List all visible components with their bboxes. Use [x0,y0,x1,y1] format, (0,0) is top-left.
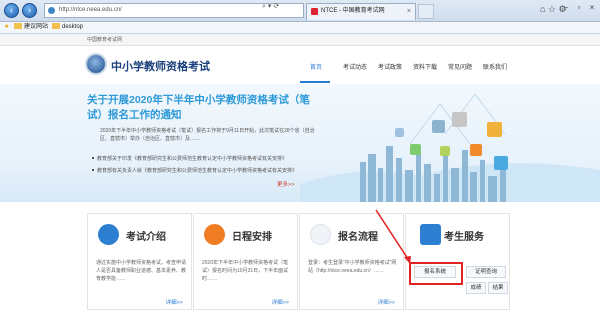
site-logo-icon[interactable] [85,53,107,75]
close-window-icon[interactable]: × [586,3,598,12]
card-title: 考试介绍 [126,232,166,243]
menu-active-underline [300,81,330,83]
minimize-icon[interactable]: – [560,3,572,12]
deco-cube [440,146,450,156]
deco-cube [487,122,502,137]
checkmark-icon [204,224,225,245]
back-button[interactable]: ‹ [4,3,19,18]
news-bullet-1[interactable]: 教育部关于印发《教育部研究生和公费师范生教育认定中小学教师资格考试有关安排》 [92,155,304,162]
document-edit-icon [98,224,119,245]
card-schedule[interactable]: 日程安排 2020年下半年中小学教师资格考试（笔试）报名时间为10月31日，下半… [193,213,298,310]
favorites-desktop[interactable]: desktop [52,22,83,33]
card-more-link[interactable]: 详细>> [272,298,289,306]
favorites-bar: ★ 建议网站 desktop [0,22,600,34]
news-bullet-2[interactable]: 教育部有关负责人就《教育部研究生和公费师范生教育认定中小学教师资格考试有关安排》 [92,167,304,174]
menu-item-downloads[interactable]: 资料下载 [413,62,437,71]
site-top-label: 中国教育考试网 [87,37,123,43]
flow-icon [310,224,331,245]
favicon-icon [311,8,318,15]
bullet-icon [92,169,94,171]
download-icon [420,224,441,245]
tab-title: NTCE - 中国教育考试网 [321,8,385,14]
card-text: 登录：考生登录“中小学教师资格考试”网站（http://ntce.neea.ed… [308,260,397,274]
address-url: http://ntce.neea.edu.cn/ [59,7,122,13]
menu-item-faq[interactable]: 常见问题 [448,62,472,71]
favorites-suggested-sites[interactable]: 建议网站 [14,22,48,33]
site-title[interactable]: 中小学教师资格考试 [111,58,210,74]
card-more-link[interactable]: 详细>> [166,298,183,306]
deco-cube [432,120,445,133]
folder-icon [52,23,60,29]
main-menu: 首页 考试动态 考试政策 资料下载 常见问题 联系我们 [300,50,515,82]
folder-icon [14,23,22,29]
card-text: 2020年下半年中小学教师资格考试（笔试）报名时间为10月31日，下半年面试时…… [202,260,289,282]
highlight-box [409,262,463,285]
deco-cube [452,112,467,127]
card-title: 考生服务 [444,232,484,243]
new-tab-button[interactable] [418,4,434,19]
site-icon [48,7,55,14]
deco-cube [470,144,482,156]
deco-cube [395,128,404,137]
card-title: 报名流程 [338,232,378,243]
address-tools[interactable]: ⌕ ▾ ⟳ [262,2,279,11]
card-text: 通过实施中小学教师资格考试，考查申请人是否具备教师职业道德、基本素养、教育教学能… [96,260,187,282]
maximize-icon[interactable]: ▫ [573,3,585,12]
news-more-link[interactable]: 更多>> [277,180,294,188]
menu-item-policy[interactable]: 考试政策 [378,62,402,71]
deco-cube [494,156,508,170]
menu-item-news[interactable]: 考试动态 [343,62,367,71]
forward-button[interactable]: › [22,3,37,18]
card-registration-process[interactable]: 报名流程 登录：考生登录“中小学教师资格考试”网站（http://ntce.ne… [299,213,404,310]
card-exam-intro[interactable]: 考试介绍 通过实施中小学教师资格考试，考查申请人是否具备教师职业道德、基本素养、… [87,213,192,310]
card-more-link[interactable]: 详细>> [378,298,395,306]
menu-item-home[interactable]: 首页 [310,62,322,71]
favorites-star-icon[interactable]: ★ [4,22,9,33]
news-headline[interactable]: 关于开展2020年下半年中小学教师资格考试（笔试）报名工作的通知 [87,93,322,123]
card-title: 日程安排 [232,232,272,243]
browser-tab[interactable]: NTCE - 中国教育考试网 × [306,3,416,20]
certificate-query-button[interactable]: 证明查询 [466,266,506,278]
bullet-icon [92,157,94,159]
result-button[interactable]: 结果 [488,282,508,294]
menu-item-contact[interactable]: 联系我们 [483,62,507,71]
news-summary: 2020年下半年中小学教师资格考试（笔试）报名工作将于9月11日开始，此次笔试在… [100,128,315,142]
site-top-strip: 中国教育考试网 [0,34,600,46]
close-tab-icon[interactable]: × [407,4,411,19]
score-button[interactable]: 成绩 [466,282,486,294]
deco-cube [410,144,421,155]
